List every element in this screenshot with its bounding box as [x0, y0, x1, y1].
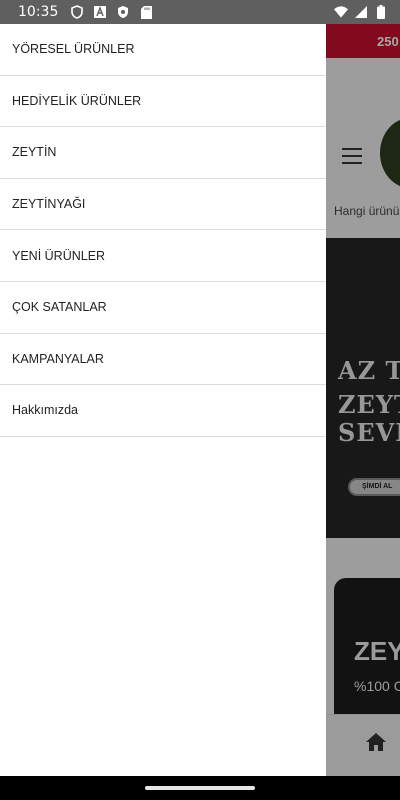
drawer-item-cok-satanlar[interactable]: ÇOK SATANLAR — [0, 282, 326, 334]
drawer-item-hakkimizda[interactable]: Hakkımızda — [0, 385, 326, 437]
drawer-item-label: YENİ ÜRÜNLER — [12, 248, 106, 263]
a-app-icon — [93, 5, 107, 19]
gesture-nav-bar — [0, 776, 400, 800]
drawer-item-label: ÇOK SATANLAR — [12, 300, 107, 315]
drawer-item-label: YÖRESEL ÜRÜNLER — [12, 42, 135, 57]
status-left-icons — [70, 5, 153, 19]
drawer-item-zeytin[interactable]: ZEYTİN — [0, 127, 326, 179]
drawer-scrim[interactable] — [326, 24, 400, 776]
sd-card-icon — [139, 5, 153, 19]
drawer-item-label: ZEYTİNYAĞI — [12, 197, 86, 212]
drawer-item-hediyelik-urunler[interactable]: HEDİYELİK ÜRÜNLER — [0, 76, 326, 128]
wifi-icon — [334, 5, 348, 19]
drawer-item-zeytinyagi[interactable]: ZEYTİNYAĞI — [0, 179, 326, 231]
shield-check-icon — [116, 5, 130, 19]
drawer-item-yeni-urunler[interactable]: YENİ ÜRÜNLER — [0, 230, 326, 282]
drawer-item-yoresel-urunler[interactable]: YÖRESEL ÜRÜNLER — [0, 24, 326, 76]
status-time: 10:35 — [18, 4, 59, 20]
drawer-item-label: Hakkımızda — [12, 403, 78, 418]
drawer-item-label: ZEYTİN — [12, 145, 57, 160]
drawer-item-label: HEDİYELİK ÜRÜNLER — [12, 93, 142, 108]
signal-icon — [354, 5, 368, 19]
drawer-item-kampanyalar[interactable]: KAMPANYALAR — [0, 334, 326, 386]
drawer-item-label: KAMPANYALAR — [12, 351, 104, 366]
home-gesture-handle[interactable] — [145, 786, 255, 790]
status-bar: 10:35 — [0, 0, 400, 24]
status-right-icons — [334, 5, 388, 19]
navigation-drawer: YÖRESEL ÜRÜNLER HEDİYELİK ÜRÜNLER ZEYTİN… — [0, 24, 326, 776]
shield-icon — [70, 5, 84, 19]
battery-icon — [374, 5, 388, 19]
